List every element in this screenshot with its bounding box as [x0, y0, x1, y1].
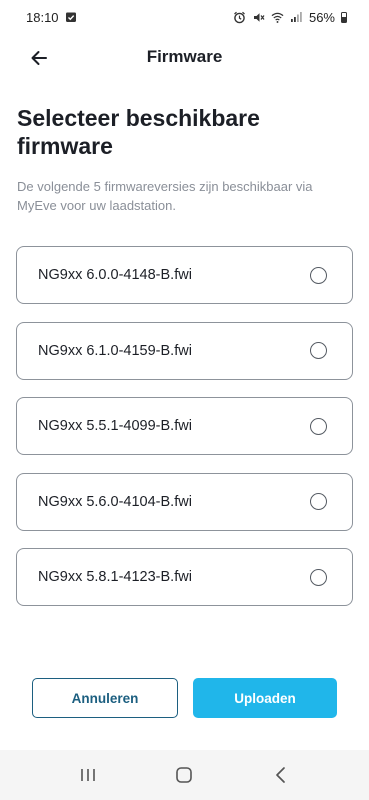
- firmware-option-list: NG9xx 6.0.0-4148-B.fwi NG9xx 6.1.0-4159-…: [16, 246, 353, 624]
- firmware-option[interactable]: NG9xx 5.5.1-4099-B.fwi: [16, 397, 353, 455]
- firmware-screen: 18:10 56% Firmware Selecteer beschikbare…: [0, 0, 369, 800]
- firmware-option[interactable]: NG9xx 5.6.0-4104-B.fwi: [16, 472, 353, 531]
- section-description: De volgende 5 firmwareversies zijn besch…: [17, 179, 313, 213]
- radio-button[interactable]: [310, 342, 327, 359]
- recent-apps-icon: [81, 769, 95, 781]
- firmware-option-label: NG9xx 6.1.0-4159-B.fwi: [38, 342, 192, 359]
- cancel-button[interactable]: Annuleren: [32, 678, 178, 718]
- arrow-left-icon: [31, 51, 47, 65]
- radio-button[interactable]: [310, 417, 327, 435]
- section-heading: Selecteer beschikbare firmware: [17, 105, 260, 159]
- status-left: 18:10: [26, 10, 78, 25]
- firmware-option[interactable]: NG9xx 6.1.0-4159-B.fwi: [16, 321, 353, 380]
- firmware-option-label: NG9xx 6.0.0-4148-B.fwi: [38, 267, 192, 283]
- system-nav-bar: [0, 750, 369, 800]
- status-time: 18:10: [26, 9, 59, 25]
- upload-button[interactable]: Uploaden: [193, 678, 337, 718]
- page-title: Firmware: [146, 47, 223, 66]
- radio-button[interactable]: [310, 568, 327, 586]
- firmware-option[interactable]: NG9xx 5.8.1-4123-B.fwi: [16, 548, 353, 606]
- radio-button[interactable]: [310, 266, 327, 284]
- battery-percentage: 56%: [308, 9, 335, 25]
- back-button[interactable]: [26, 45, 52, 71]
- mute-icon: [252, 11, 265, 24]
- wifi-icon: [271, 11, 284, 24]
- signal-icon: [290, 11, 303, 24]
- home-icon: [176, 767, 193, 783]
- recent-apps-button[interactable]: [68, 755, 108, 795]
- alarm-icon: [233, 11, 246, 24]
- firmware-option-label: NG9xx 5.5.1-4099-B.fwi: [38, 418, 192, 434]
- firmware-option-label: NG9xx 5.6.0-4104-B.fwi: [38, 493, 192, 510]
- status-bar: 18:10 56%: [0, 0, 369, 34]
- back-nav-icon: [275, 767, 285, 783]
- back-nav-button[interactable]: [261, 755, 301, 795]
- firmware-option[interactable]: NG9xx 6.0.0-4148-B.fwi: [16, 246, 353, 304]
- battery-icon: [341, 11, 347, 23]
- firmware-option-label: NG9xx 5.8.1-4123-B.fwi: [38, 569, 192, 585]
- app-bar: Firmware: [0, 34, 369, 80]
- radio-button[interactable]: [310, 493, 327, 510]
- home-button[interactable]: [164, 755, 204, 795]
- status-right: 56%: [233, 10, 347, 25]
- calendar-check-icon: [65, 11, 78, 24]
